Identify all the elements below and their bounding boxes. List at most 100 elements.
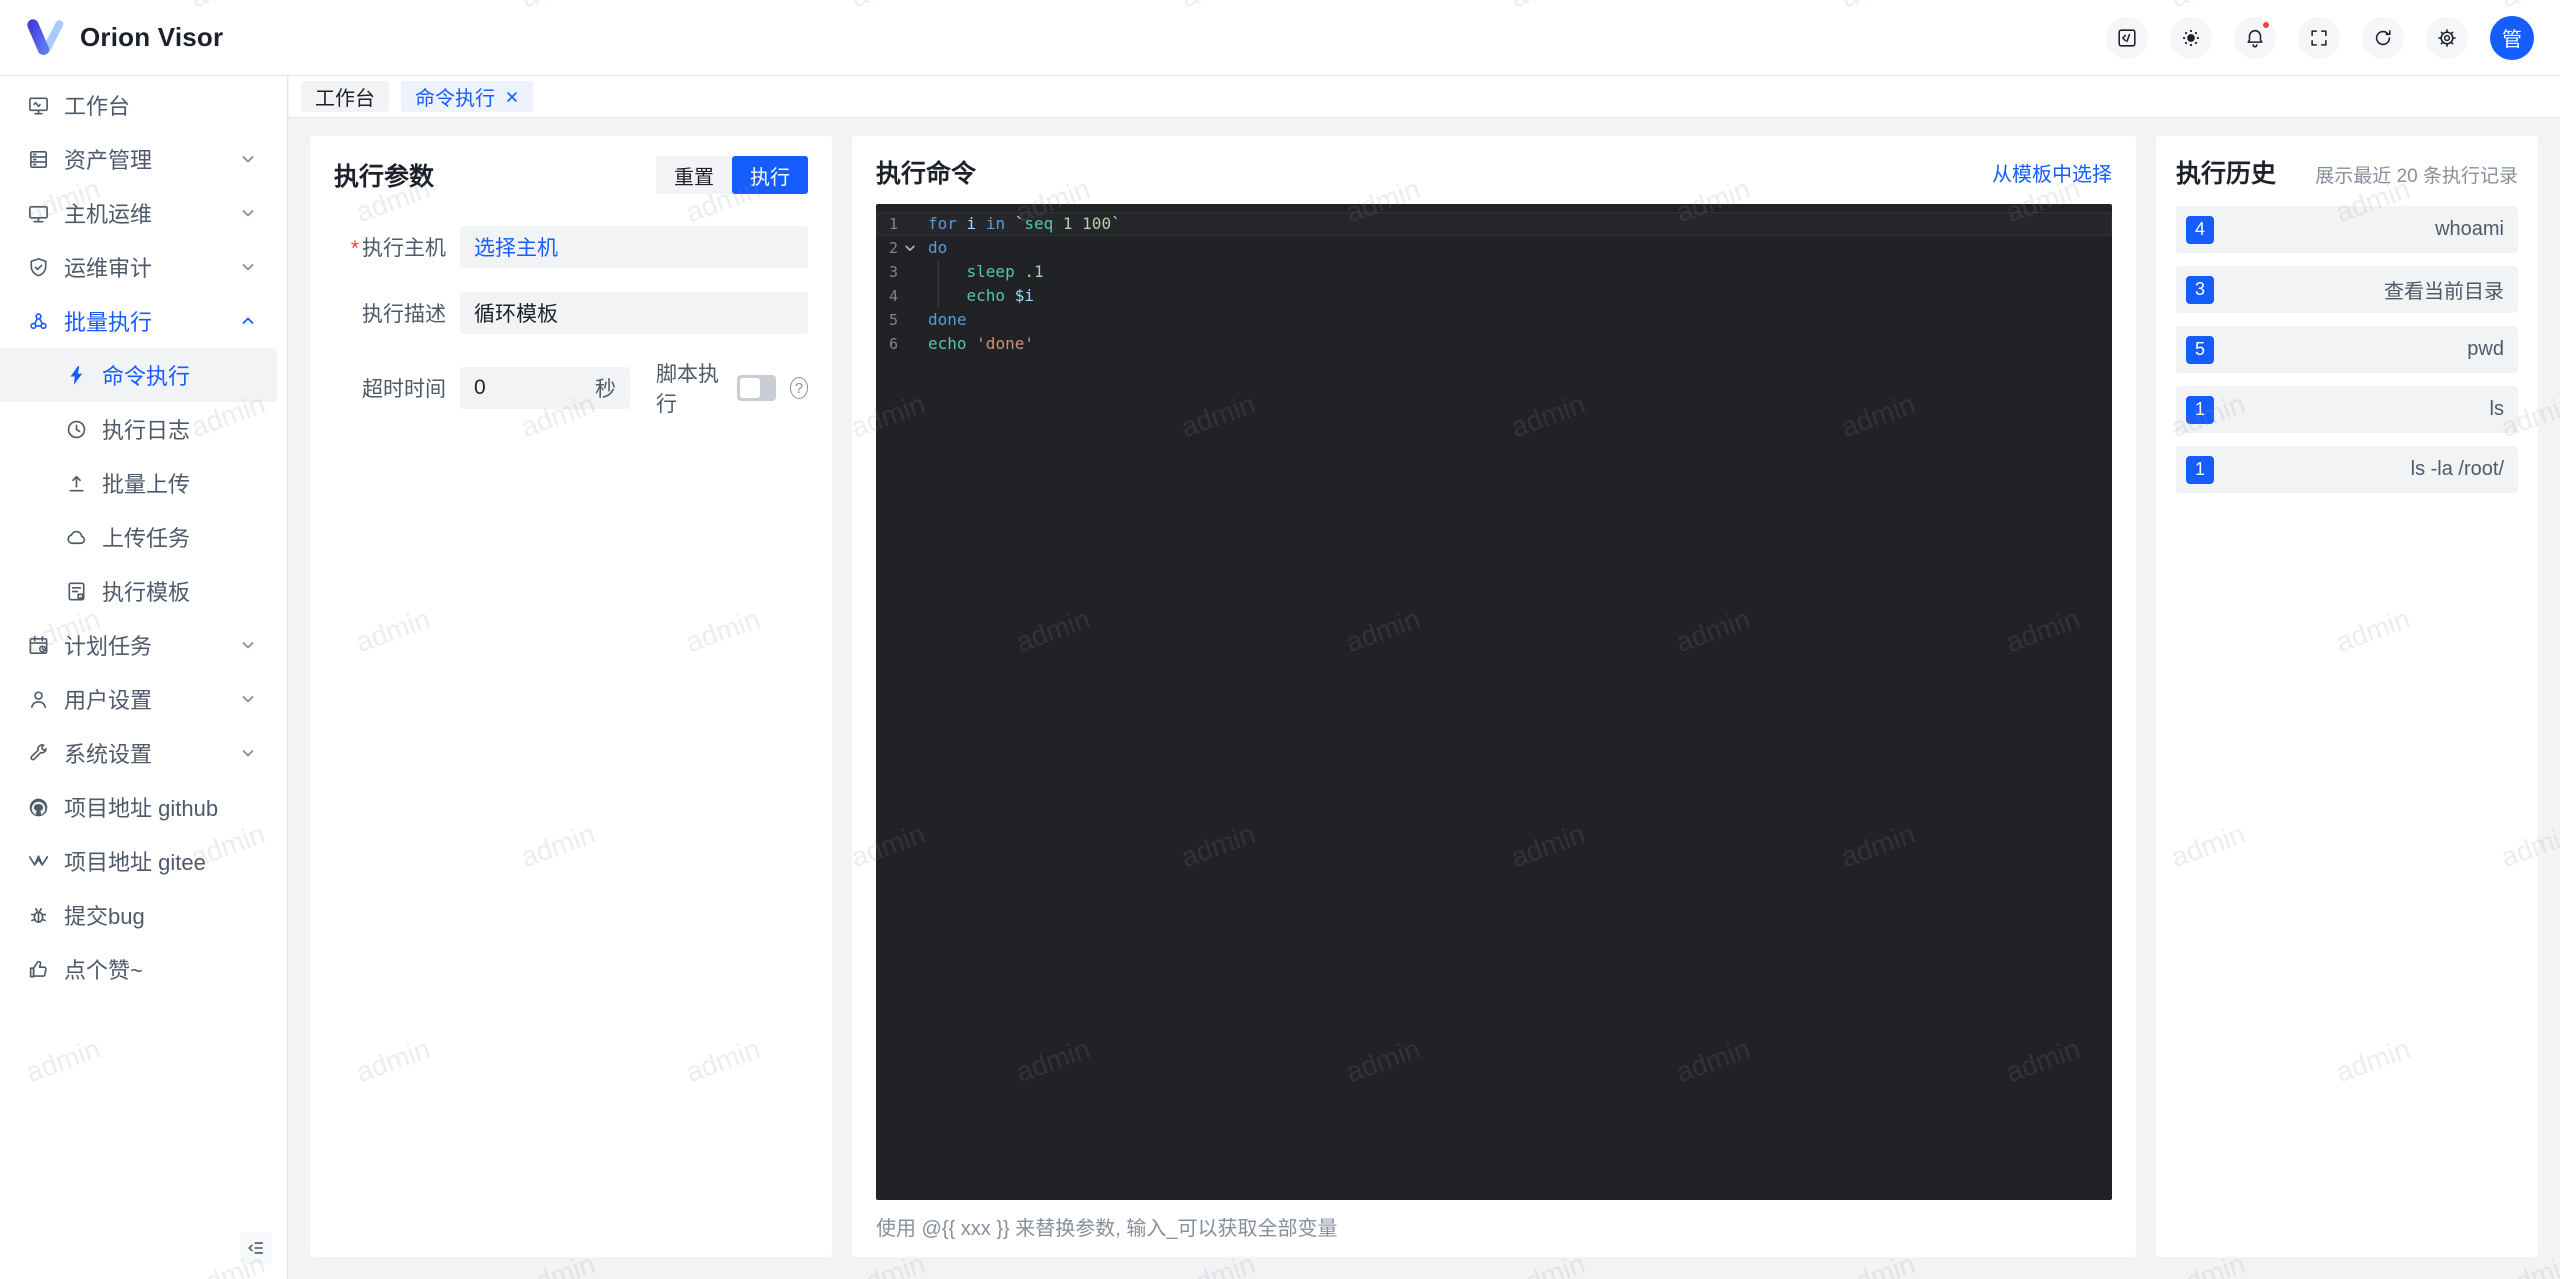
sidebar-item-batch-exec[interactable]: 批量执行 <box>0 294 287 348</box>
host-select[interactable]: 选择主机 <box>460 226 808 268</box>
menu-fold-icon <box>248 1242 263 1254</box>
code-line-5: 5 done <box>876 308 2112 332</box>
calendar-icon <box>26 633 50 657</box>
timeout-input[interactable]: 0 秒 <box>460 367 630 409</box>
fullscreen-button[interactable] <box>2298 16 2340 59</box>
command-editor[interactable]: 1 for i in `seq 1 100` 2 do 3 sleep .1 4 echo… <box>876 204 2112 1200</box>
sidebar-item-label: 上传任务 <box>102 526 191 551</box>
orion-visor-logo <box>27 18 64 55</box>
params-form: 执行主机 选择主机 执行描述 循环模板 超时时间 0 秒 <box>334 226 808 418</box>
sidebar-item-batch-upload[interactable]: 批量上传 <box>0 456 287 510</box>
app-header: Orion Visor 管 <box>0 0 2560 76</box>
line-number: 5 <box>888 311 898 329</box>
host-select-value[interactable]: 选择主机 <box>474 232 558 262</box>
notifications-button[interactable] <box>2234 16 2276 59</box>
exec-history-panel: 执行历史 展示最近 20 条执行记录 4 whoami 3 查看当前目录 5 pwd 1 ls… <box>2156 136 2538 1257</box>
notification-dot <box>2261 19 2271 30</box>
sidebar-item-upload-tasks[interactable]: 上传任务 <box>0 510 287 564</box>
settings-button[interactable] <box>2426 16 2468 59</box>
upload-icon <box>64 471 88 495</box>
sidebar-item-assets[interactable]: 资产管理 <box>0 132 287 186</box>
sidebar-item-workbench[interactable]: 工作台 <box>0 78 287 132</box>
chevron-down-icon <box>241 260 255 274</box>
sidebar-collapse-button[interactable] <box>240 1232 272 1264</box>
sidebar-item-command-exec[interactable]: 命令执行 <box>0 348 277 402</box>
select-from-template-link[interactable]: 从模板中选择 <box>1992 158 2112 187</box>
sidebar-item-label: 主机运维 <box>64 202 153 227</box>
reset-button[interactable]: 重置 <box>656 156 732 194</box>
tab-bar: 工作台 命令执行 <box>289 76 2560 118</box>
history-row[interactable]: 5 pwd <box>2176 326 2518 373</box>
history-row[interactable]: 1 ls -la /root/ <box>2176 446 2518 493</box>
tab-close-icon[interactable] <box>505 90 519 104</box>
sidebar-item-label: 系统设置 <box>64 742 153 767</box>
sidebar-item-exec-log[interactable]: 执行日志 <box>0 402 287 456</box>
gitee-icon <box>26 849 50 873</box>
exec-count-badge: 1 <box>2186 395 2214 424</box>
sidebar-item-user-settings[interactable]: 用户设置 <box>0 672 287 726</box>
code-snippets-button[interactable] <box>2106 16 2148 59</box>
sidebar-item-bug[interactable]: 提交bug <box>0 888 287 942</box>
sidebar-item-cron-tasks[interactable]: 计划任务 <box>0 618 287 672</box>
code-square-icon <box>2116 27 2138 49</box>
history-row[interactable]: 3 查看当前目录 <box>2176 266 2518 313</box>
exec-count-badge: 4 <box>2186 215 2214 244</box>
code-line-3: 3 sleep .1 <box>876 260 2112 284</box>
sidebar-item-label: 项目地址 gitee <box>64 850 206 875</box>
code-line-6: 6 echo 'done' <box>876 332 2112 356</box>
code-line-2: 2 do <box>876 236 2112 260</box>
tab-workbench[interactable]: 工作台 <box>301 81 389 112</box>
file-template-icon <box>64 579 88 603</box>
user-avatar[interactable]: 管 <box>2490 15 2534 60</box>
sidebar-item-label: 批量上传 <box>102 472 191 497</box>
refresh-icon <box>2372 27 2394 49</box>
command-hint: 使用 @{{ xxx }} 来替换参数, 输入_可以获取全部变量 <box>876 1218 1338 1240</box>
sidebar-item-exec-template[interactable]: 执行模板 <box>0 564 287 618</box>
help-icon[interactable]: ? <box>789 377 808 399</box>
lightning-icon <box>64 363 88 387</box>
refresh-button[interactable] <box>2362 16 2404 59</box>
code-line-1: 1 for i in `seq 1 100` <box>876 212 2112 236</box>
sidebar-item-label: 提交bug <box>64 904 145 929</box>
wrench-icon <box>26 741 50 765</box>
sidebar-item-github[interactable]: 项目地址 github <box>0 780 287 834</box>
execute-button[interactable]: 执行 <box>732 156 808 194</box>
theme-button[interactable] <box>2170 16 2212 59</box>
sidebar-item-label: 批量执行 <box>64 310 153 335</box>
history-row[interactable]: 1 ls <box>2176 386 2518 433</box>
fold-chevron-icon[interactable] <box>898 236 922 260</box>
sidebar-item-ops-audit[interactable]: 运维审计 <box>0 240 287 294</box>
sidebar-item-system-settings[interactable]: 系统设置 <box>0 726 287 780</box>
desc-field-label: 执行描述 <box>362 303 446 326</box>
exec-count-badge: 3 <box>2186 275 2214 304</box>
script-exec-toggle[interactable] <box>737 375 776 401</box>
tab-command-exec[interactable]: 命令执行 <box>401 81 533 112</box>
exec-count-badge: 5 <box>2186 335 2214 364</box>
sidebar: 工作台资产管理主机运维运维审计批量执行命令执行执行日志批量上传上传任务执行模板计… <box>0 76 288 1279</box>
app: Orion Visor 管 工作台 资产管理 主机运维 运维审计 批量执行 命令执行 执行日… <box>0 0 2560 1279</box>
main-content: 执行参数 重置 执行 执行主机 选择主机 执行描述 循环模板 <box>288 118 2560 1279</box>
sidebar-item-like[interactable]: 点个赞~ <box>0 942 287 996</box>
fullscreen-icon <box>2308 27 2330 49</box>
monitor-chart-icon <box>26 93 50 117</box>
desc-input-value: 循环模板 <box>474 303 558 326</box>
chevron-down-icon <box>241 152 255 166</box>
user-icon <box>26 687 50 711</box>
desc-input[interactable]: 循环模板 <box>460 292 808 334</box>
sidebar-item-label: 项目地址 github <box>64 796 219 821</box>
command-panel-title: 执行命令 <box>876 160 977 188</box>
chevron-down-icon <box>241 692 255 706</box>
sidebar-item-gitee[interactable]: 项目地址 gitee <box>0 834 287 888</box>
sidebar-item-host-ops[interactable]: 主机运维 <box>0 186 287 240</box>
cloud-icon <box>64 525 88 549</box>
line-number: 2 <box>888 239 898 257</box>
exec-count-badge: 1 <box>2186 455 2214 484</box>
history-row[interactable]: 4 whoami <box>2176 206 2518 253</box>
line-number: 3 <box>888 263 898 281</box>
timeout-input-value: 0 <box>474 376 486 399</box>
sidebar-item-label: 执行日志 <box>102 418 191 443</box>
sidebar-item-label: 工作台 <box>64 94 131 119</box>
